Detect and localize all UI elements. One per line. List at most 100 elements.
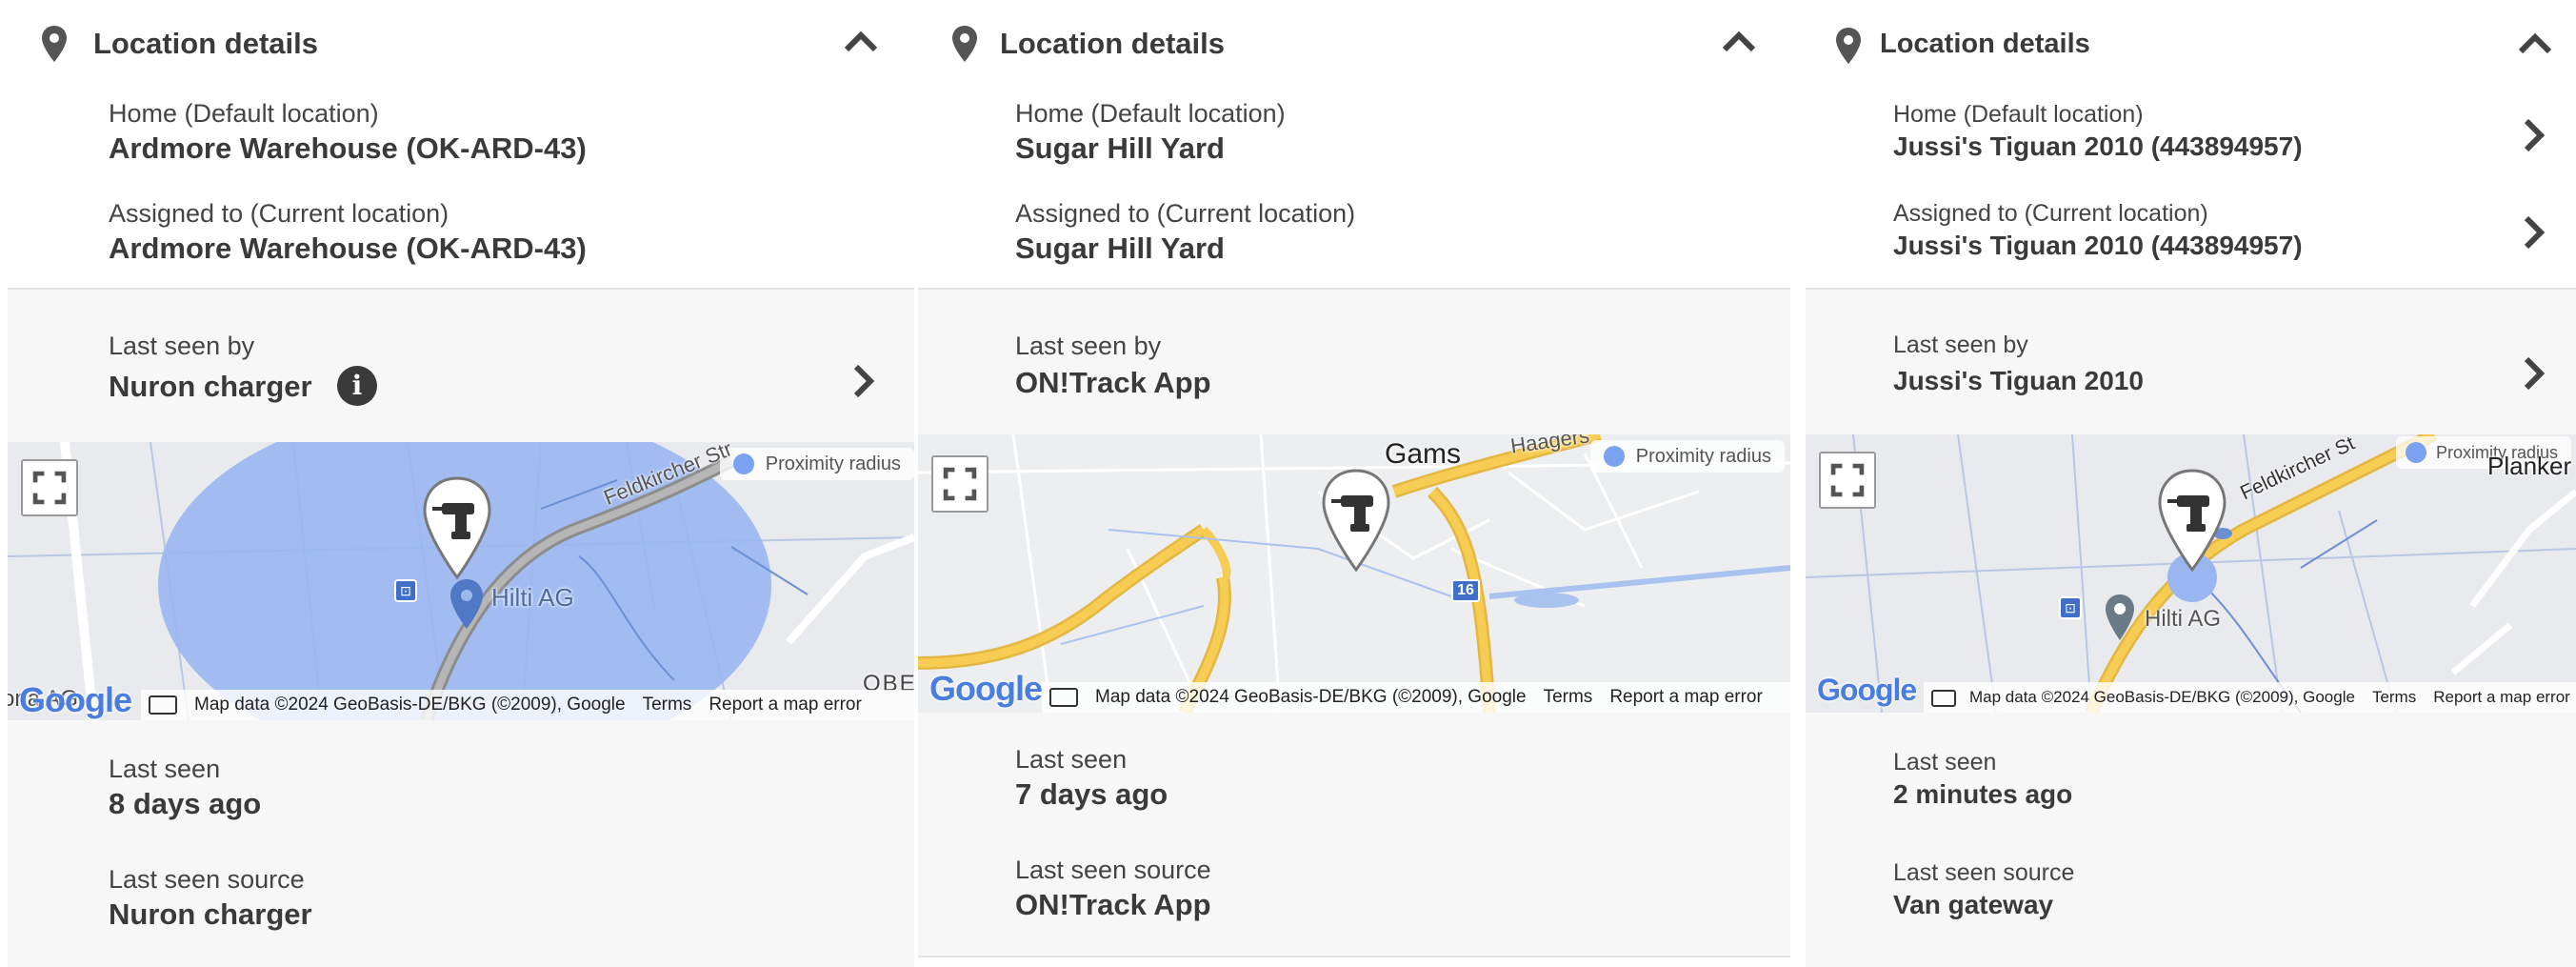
map-view[interactable]: Proximity radius Feldkircher Str Hilti A… bbox=[8, 442, 914, 720]
road-number-badge: 16 bbox=[1451, 579, 1480, 602]
home-location-row[interactable]: Home (Default location) Jussi's Tiguan 2… bbox=[1806, 91, 2576, 177]
panel-title: Location details bbox=[1880, 29, 2090, 59]
transit-stop-icon: ⊡ bbox=[394, 579, 417, 602]
fullscreen-button[interactable] bbox=[931, 455, 988, 513]
chevron-right-icon[interactable] bbox=[851, 362, 876, 400]
place-label: Hilti AG bbox=[491, 583, 574, 612]
location-panel-3: Location details Home (Default location)… bbox=[1806, 0, 2576, 967]
assigned-location-label: Assigned to (Current location) bbox=[1893, 200, 2208, 227]
home-location-label: Home (Default location) bbox=[109, 99, 379, 128]
info-icon[interactable]: i bbox=[337, 366, 377, 406]
tool-location-marker-icon bbox=[2158, 469, 2227, 573]
collapse-chevron-up-icon[interactable] bbox=[1720, 25, 1758, 57]
last-seen-label: Last seen bbox=[1893, 749, 1997, 776]
proximity-dot bbox=[1603, 446, 1625, 467]
map-attribution: Map data ©2024 GeoBasis-DE/BKG (©2009), … bbox=[1095, 687, 1527, 707]
assigned-location-value: Jussi's Tiguan 2010 (443894957) bbox=[1893, 231, 2303, 260]
report-map-error-link[interactable]: Report a map error bbox=[2433, 688, 2570, 706]
last-seen-by-row: Last seen by ON!Track App bbox=[918, 290, 1790, 434]
fullscreen-icon bbox=[943, 467, 977, 501]
last-seen-by-label: Last seen by bbox=[1893, 332, 2028, 358]
map-view[interactable]: Proximity radius Gams Haagers 16 Google … bbox=[918, 434, 1790, 713]
map-terms-link[interactable]: Terms bbox=[2372, 688, 2416, 706]
fullscreen-icon bbox=[1830, 463, 1865, 497]
assigned-location-row[interactable]: Assigned to (Current location) Jussi's T… bbox=[1806, 191, 2576, 276]
home-location-label: Home (Default location) bbox=[1015, 99, 1286, 128]
proximity-legend-label: Proximity radius bbox=[1635, 446, 1771, 467]
last-seen-by-value: Nuron charger bbox=[109, 370, 312, 403]
tool-location-marker-icon bbox=[423, 476, 491, 580]
home-location-value: Jussi's Tiguan 2010 (443894957) bbox=[1893, 131, 2303, 161]
last-seen-section: Last seen by Jussi's Tiguan 2010 Proximi… bbox=[1806, 288, 2576, 967]
assigned-location-value: Sugar Hill Yard bbox=[1015, 232, 1225, 265]
last-seen-by-label: Last seen by bbox=[109, 332, 255, 360]
town-label: Gams bbox=[1385, 438, 1462, 470]
map-attribution: Map data ©2024 GeoBasis-DE/BKG (©2009), … bbox=[1969, 688, 2355, 706]
fullscreen-button[interactable] bbox=[21, 459, 78, 516]
location-details-stage: Location details Home (Default location)… bbox=[0, 0, 2576, 967]
panel-title: Location details bbox=[93, 27, 318, 60]
chevron-right-icon[interactable] bbox=[2522, 116, 2546, 154]
map-attribution: Map data ©2024 GeoBasis-DE/BKG (©2009), … bbox=[194, 695, 626, 715]
place-marker-icon bbox=[2106, 594, 2134, 640]
proximity-dot bbox=[732, 453, 754, 474]
report-map-error-link[interactable]: Report a map error bbox=[1609, 687, 1763, 707]
keyboard-shortcuts-icon[interactable] bbox=[149, 695, 177, 715]
proximity-dot bbox=[2406, 442, 2426, 463]
google-logo[interactable]: Google bbox=[1817, 673, 1917, 708]
panel-title: Location details bbox=[1000, 27, 1225, 60]
google-logo[interactable]: Google bbox=[929, 669, 1043, 709]
fullscreen-icon bbox=[32, 471, 67, 505]
fullscreen-button[interactable] bbox=[1819, 452, 1876, 509]
last-seen-by-label: Last seen by bbox=[1015, 332, 1162, 360]
proximity-legend: Proximity radius bbox=[719, 448, 914, 480]
map-attribution-bar: Map data ©2024 GeoBasis-DE/BKG (©2009), … bbox=[1924, 682, 2576, 713]
map-view[interactable]: Proximity radius Feldkircher St Planker … bbox=[1806, 434, 2576, 713]
last-seen-source-value: Nuron charger bbox=[109, 897, 312, 931]
collapse-chevron-up-icon[interactable] bbox=[842, 25, 880, 57]
last-seen-source-value: Van gateway bbox=[1893, 890, 2054, 919]
last-seen-value: 2 minutes ago bbox=[1893, 779, 2073, 809]
last-seen-by-row[interactable]: Last seen by Nuron charger i bbox=[8, 290, 914, 442]
location-pin-icon bbox=[1836, 28, 1861, 64]
collapse-chevron-up-icon[interactable] bbox=[2516, 27, 2554, 59]
home-location-label: Home (Default location) bbox=[1893, 101, 2144, 128]
map-terms-link[interactable]: Terms bbox=[1544, 687, 1593, 707]
last-seen-label: Last seen bbox=[109, 755, 221, 783]
tool-location-marker-icon bbox=[1322, 469, 1390, 573]
location-panel-1: Location details Home (Default location)… bbox=[8, 0, 914, 967]
map-edge-label-right: Planker bbox=[2487, 452, 2572, 480]
chevron-right-icon[interactable] bbox=[2522, 213, 2546, 252]
assigned-location-value: Ardmore Warehouse (OK-ARD-43) bbox=[109, 232, 587, 265]
chevron-right-icon[interactable] bbox=[2522, 354, 2546, 393]
panel-header[interactable]: Location details bbox=[8, 0, 914, 86]
place-marker-icon bbox=[450, 579, 483, 629]
last-seen-value: 7 days ago bbox=[1015, 777, 1168, 811]
map-attribution-bar: Map data ©2024 GeoBasis-DE/BKG (©2009), … bbox=[1042, 682, 1790, 713]
location-pin-icon bbox=[42, 26, 67, 62]
map-attribution-bar: Map data ©2024 GeoBasis-DE/BKG (©2009), … bbox=[141, 690, 914, 720]
panel-header[interactable]: Location details bbox=[918, 0, 1790, 86]
proximity-legend-label: Proximity radius bbox=[765, 453, 901, 474]
last-seen-source-label: Last seen source bbox=[1015, 856, 1211, 884]
report-map-error-link[interactable]: Report a map error bbox=[709, 695, 862, 715]
assigned-location-label: Assigned to (Current location) bbox=[1015, 199, 1356, 228]
panel-header[interactable]: Location details bbox=[1806, 0, 2576, 86]
last-seen-section: Last seen by Nuron charger i Proximity r… bbox=[8, 288, 914, 967]
last-seen-source-value: ON!Track App bbox=[1015, 888, 1211, 921]
proximity-legend: Proximity radius bbox=[1589, 440, 1785, 473]
keyboard-shortcuts-icon[interactable] bbox=[1931, 690, 1956, 707]
last-seen-source-label: Last seen source bbox=[109, 865, 305, 894]
last-seen-by-row[interactable]: Last seen by Jussi's Tiguan 2010 bbox=[1806, 290, 2576, 434]
map-terms-link[interactable]: Terms bbox=[643, 695, 692, 715]
transit-stop-icon: ⊡ bbox=[2059, 596, 2082, 619]
google-logo[interactable]: Google bbox=[19, 680, 132, 720]
location-panel-2: Location details Home (Default location)… bbox=[918, 0, 1790, 957]
home-location-value: Sugar Hill Yard bbox=[1015, 131, 1225, 165]
assigned-location-label: Assigned to (Current location) bbox=[109, 199, 449, 228]
keyboard-shortcuts-icon[interactable] bbox=[1049, 688, 1078, 707]
last-seen-section: Last seen by ON!Track App Proximity radi… bbox=[918, 288, 1790, 957]
last-seen-by-value: Jussi's Tiguan 2010 bbox=[1893, 366, 2144, 395]
last-seen-value: 8 days ago bbox=[109, 787, 262, 820]
last-seen-source-label: Last seen source bbox=[1893, 859, 2075, 886]
